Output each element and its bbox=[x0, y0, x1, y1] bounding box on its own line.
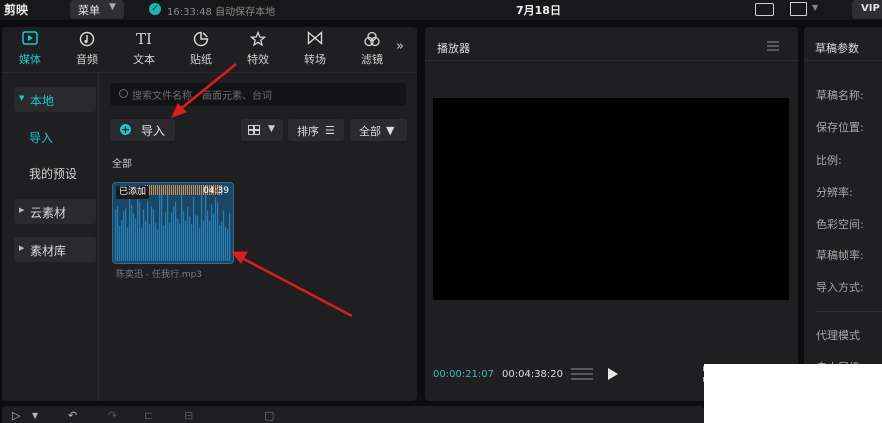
annotation-arrow bbox=[230, 251, 353, 318]
annotation-arrows bbox=[171, 63, 353, 318]
annotation-arrow bbox=[171, 63, 237, 118]
